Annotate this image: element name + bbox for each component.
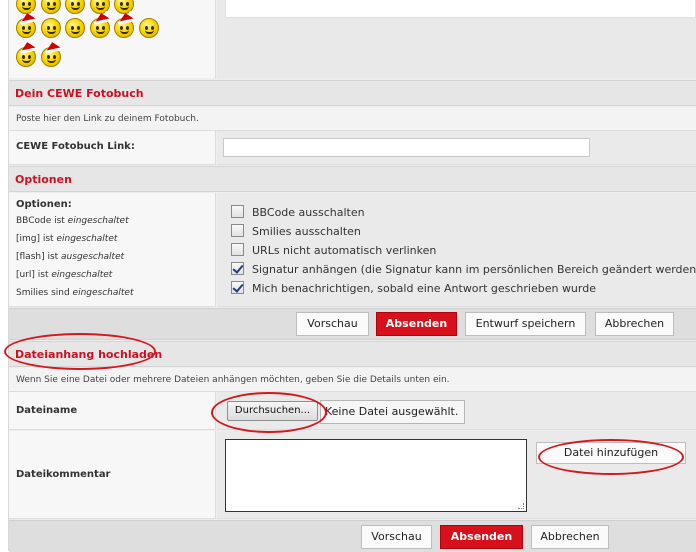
option-status-name: BBCode ist: [16, 216, 68, 226]
add-file-button[interactable]: Datei hinzufügen: [536, 442, 686, 464]
options-label: Optionen:: [16, 199, 72, 210]
checkbox-checked[interactable]: [231, 262, 244, 275]
option-status-item: [flash] ist ausgeschaltet: [16, 252, 124, 262]
option-status-item: BBCode ist eingeschaltet: [16, 216, 129, 226]
smiley-thumbsdown-santa-icon[interactable]: [114, 11, 135, 38]
cancel-button[interactable]: Abbrechen: [595, 312, 674, 336]
button-bar-top: Vorschau Absenden Entwurf speichern Abbr…: [9, 308, 696, 340]
smiley-teeth-santa-icon[interactable]: [89, 11, 111, 38]
option-status-state: ausgeschaltet: [61, 252, 125, 262]
smiley-thumbsup-icon[interactable]: [65, 18, 85, 38]
checkbox-unchecked[interactable]: [231, 243, 244, 256]
attachment-note: Wenn Sie eine Datei oder mehrere Dateien…: [9, 368, 696, 392]
option-checkbox-row[interactable]: Signatur anhängen (die Signatur kann im …: [231, 262, 696, 278]
cewe-section-header: Dein CEWE Fotobuch: [9, 80, 696, 106]
option-status-state: eingeschaltet: [72, 288, 134, 298]
option-status-name: [url] ist: [16, 270, 52, 280]
option-status-state: eingeschaltet: [67, 216, 129, 226]
option-checkbox-row[interactable]: URLs nicht automatisch verlinken: [231, 243, 436, 259]
smiley-laugh-santa-icon[interactable]: [65, 0, 85, 14]
message-textarea[interactable]: [225, 0, 696, 18]
file-comment-textarea[interactable]: [225, 439, 527, 512]
cewe-link-label: CEWE Fotobuch Link:: [9, 131, 216, 165]
resize-grip-icon[interactable]: [518, 503, 524, 509]
option-status-item: Smilies sind eingeschaltet: [16, 288, 134, 298]
no-file-selected-text: Keine Datei ausgewählt.: [320, 400, 465, 424]
options-section-header: Optionen: [9, 166, 696, 192]
checkbox-unchecked[interactable]: [231, 205, 244, 218]
option-status-item: [url] ist eingeschaltet: [16, 270, 112, 280]
preview-button-bottom[interactable]: Vorschau: [361, 525, 432, 549]
smiley-love-santa-icon[interactable]: [16, 40, 37, 67]
option-status-name: [flash] ist: [16, 252, 62, 262]
option-status-name: [img] ist: [16, 234, 57, 244]
cewe-note: Poste hier den Link zu deinem Fotobuch.: [9, 107, 696, 131]
checkbox-checked[interactable]: [231, 281, 244, 294]
option-checkbox-label: URLs nicht automatisch verlinken: [252, 244, 437, 257]
file-comment-label: Dateikommentar: [9, 431, 216, 519]
smiley-frown-icon[interactable]: [138, 18, 159, 38]
preview-button[interactable]: Vorschau: [296, 312, 369, 336]
browse-button[interactable]: Durchsuchen...: [227, 401, 318, 421]
checkbox-unchecked[interactable]: [231, 224, 244, 237]
smilies-panel: [9, 0, 216, 78]
smiley-shock-santa-icon[interactable]: [16, 11, 37, 38]
smiley-cool-santa-icon[interactable]: [40, 40, 62, 67]
option-checkbox-row[interactable]: Smilies ausschalten: [231, 224, 361, 240]
option-checkbox-label: Mich benachrichtigen, sobald eine Antwor…: [252, 282, 596, 295]
attachment-section-header: Dateianhang hochladen: [9, 341, 696, 367]
cancel-button-bottom[interactable]: Abbrechen: [531, 525, 609, 549]
option-status-state: eingeschaltet: [56, 234, 118, 244]
submit-button[interactable]: Absenden: [376, 312, 457, 336]
option-status-name: Smilies sind: [16, 288, 73, 298]
option-checkbox-label: BBCode ausschalten: [252, 206, 365, 219]
option-checkbox-row[interactable]: Mich benachrichtigen, sobald eine Antwor…: [231, 281, 596, 297]
save-draft-button[interactable]: Entwurf speichern: [465, 312, 586, 336]
option-checkbox-row[interactable]: BBCode ausschalten: [231, 205, 365, 221]
option-status-state: eingeschaltet: [51, 270, 113, 280]
option-checkbox-label: Signatur anhängen (die Signatur kann im …: [252, 263, 696, 276]
option-status-item: [img] ist eingeschaltet: [16, 234, 117, 244]
smiley-smile-icon[interactable]: [40, 18, 61, 38]
smiley-grin-santa-icon[interactable]: [40, 0, 61, 14]
cewe-link-input[interactable]: [223, 138, 590, 157]
option-checkbox-label: Smilies ausschalten: [252, 225, 361, 238]
button-bar-bottom: Vorschau Absenden Abbrechen: [9, 520, 696, 552]
filename-label: Dateiname: [9, 392, 216, 430]
cewe-link-cell: [217, 131, 696, 165]
submit-button-bottom[interactable]: Absenden: [440, 525, 523, 549]
